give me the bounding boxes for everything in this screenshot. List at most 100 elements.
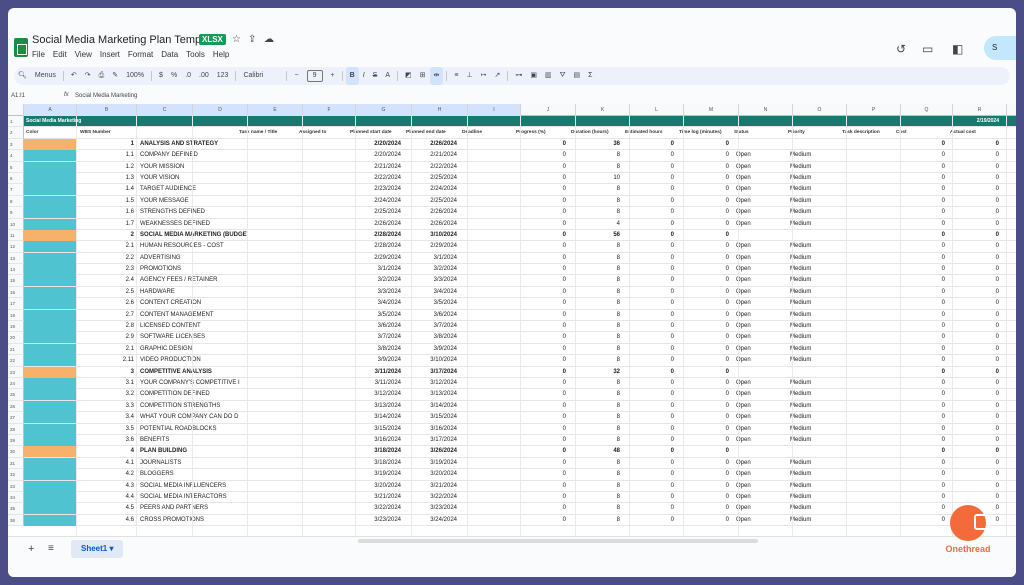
row-number[interactable]: 31 <box>8 457 24 470</box>
cell-prio[interactable]: Medium <box>788 458 842 469</box>
cell-act[interactable]: 0 <box>948 446 1002 457</box>
color-swatch-cell[interactable] <box>24 138 77 150</box>
cell-prio[interactable]: Medium <box>788 253 842 264</box>
cell-end[interactable]: 2/26/2024 <box>404 207 460 218</box>
cell-start[interactable]: 3/21/2024 <box>348 492 404 503</box>
row-number[interactable]: 30 <box>8 446 24 458</box>
cell-dur[interactable]: 8 <box>569 241 623 252</box>
cell-start[interactable]: 2/23/2024 <box>348 184 404 195</box>
color-swatch-cell[interactable] <box>24 446 77 458</box>
column-header-f[interactable]: F <box>303 104 356 116</box>
cell-act[interactable]: 0 <box>948 139 1002 150</box>
cell-est[interactable]: 0 <box>623 219 677 230</box>
cell-est[interactable]: 0 <box>623 230 677 241</box>
cell-wbs[interactable]: 2.11 <box>77 355 137 366</box>
italic-button[interactable]: I <box>359 67 369 85</box>
cell-act[interactable]: 0 <box>948 162 1002 173</box>
cell-act[interactable]: 0 <box>948 492 1002 503</box>
cell-end[interactable]: 3/24/2024 <box>404 515 460 526</box>
cell-prio[interactable]: Medium <box>788 378 842 389</box>
cell-start[interactable]: 2/21/2024 <box>348 162 404 173</box>
cell-act[interactable]: 0 <box>948 264 1002 275</box>
column-header-i[interactable]: I <box>468 104 521 116</box>
font-size-input[interactable]: 9 <box>306 70 323 82</box>
cell-est[interactable]: 0 <box>623 389 677 400</box>
row-number[interactable]: 27 <box>8 412 24 424</box>
cell-log[interactable]: 0 <box>677 219 732 230</box>
cell-end[interactable]: 3/15/2024 <box>404 412 460 423</box>
cell-est[interactable]: 0 <box>623 310 677 321</box>
color-swatch-cell[interactable] <box>24 343 77 355</box>
cell-status[interactable]: Open <box>734 355 788 366</box>
cell-cost[interactable]: 0 <box>896 332 948 343</box>
cell-prog[interactable]: 0 <box>514 184 569 195</box>
bold-button[interactable]: B <box>345 67 359 85</box>
decrease-decimal-button[interactable]: .0 <box>181 67 195 85</box>
cell-act[interactable]: 0 <box>948 173 1002 184</box>
header-color[interactable]: Color <box>24 127 77 138</box>
cell-log[interactable]: 0 <box>677 492 732 503</box>
cell-log[interactable]: 0 <box>677 367 732 378</box>
cell-prog[interactable]: 0 <box>514 481 569 492</box>
cell-wbs[interactable]: 2.1 <box>77 241 137 252</box>
cell-status[interactable] <box>734 446 788 457</box>
cell-est[interactable]: 0 <box>623 139 677 150</box>
color-swatch-cell[interactable] <box>24 275 77 287</box>
column-header-j[interactable]: J <box>521 104 576 116</box>
color-swatch-cell[interactable] <box>24 377 77 389</box>
cell-est[interactable]: 0 <box>623 446 677 457</box>
color-swatch-cell[interactable] <box>24 150 77 162</box>
horizontal-align-icon[interactable]: ≡ <box>450 67 462 85</box>
cell-start[interactable]: 3/4/2024 <box>348 298 404 309</box>
column-header-e[interactable]: E <box>248 104 303 116</box>
cell-log[interactable]: 0 <box>677 412 732 423</box>
cell-log[interactable]: 0 <box>677 321 732 332</box>
cell-cost[interactable]: 0 <box>896 173 948 184</box>
color-swatch-cell[interactable] <box>24 366 77 378</box>
cell-end[interactable]: 3/22/2024 <box>404 492 460 503</box>
cell-cost[interactable]: 0 <box>896 424 948 435</box>
cell-log[interactable]: 0 <box>677 241 732 252</box>
cell-dur[interactable]: 8 <box>569 196 623 207</box>
cell-cost[interactable]: 0 <box>896 378 948 389</box>
row-number[interactable]: 23 <box>8 366 24 378</box>
cell-end[interactable]: 3/20/2024 <box>404 469 460 480</box>
cell-dur[interactable]: 8 <box>569 515 623 526</box>
cell-prio[interactable]: Medium <box>788 481 842 492</box>
cell-est[interactable]: 0 <box>623 515 677 526</box>
header-timelog[interactable]: Time log (minutes) <box>679 127 734 138</box>
color-swatch-cell[interactable] <box>24 400 77 412</box>
cell-act[interactable]: 0 <box>948 219 1002 230</box>
column-header-a[interactable]: A <box>24 104 77 116</box>
cell-wbs[interactable]: 4.5 <box>77 503 137 514</box>
row-number[interactable]: 1 <box>8 116 24 128</box>
cell-status[interactable]: Open <box>734 241 788 252</box>
cell-est[interactable]: 0 <box>623 458 677 469</box>
insert-link-icon[interactable]: ⊶ <box>511 67 526 85</box>
cell-start[interactable]: 2/20/2024 <box>348 150 404 161</box>
cell-dur[interactable]: 8 <box>569 321 623 332</box>
cell-status[interactable]: Open <box>734 458 788 469</box>
cell-end[interactable]: 2/29/2024 <box>404 241 460 252</box>
cell-prog[interactable]: 0 <box>514 389 569 400</box>
cell-status[interactable]: Open <box>734 310 788 321</box>
cell-prio[interactable]: Medium <box>788 264 842 275</box>
cell-est[interactable]: 0 <box>623 184 677 195</box>
cell-act[interactable]: 0 <box>948 401 1002 412</box>
cell-prog[interactable]: 0 <box>514 367 569 378</box>
cell-start[interactable]: 3/11/2024 <box>348 378 404 389</box>
menu-tools[interactable]: Tools <box>186 50 205 59</box>
cell-prio[interactable]: Medium <box>788 184 842 195</box>
filter-icon[interactable]: ⛛ <box>556 67 570 85</box>
cell-end[interactable]: 2/24/2024 <box>404 184 460 195</box>
row-number[interactable]: 16 <box>8 286 24 299</box>
cell-cost[interactable]: 0 <box>896 492 948 503</box>
cell-end[interactable]: 3/13/2024 <box>404 389 460 400</box>
cell-wbs[interactable]: 1.1 <box>77 150 137 161</box>
row-number[interactable]: 15 <box>8 275 24 287</box>
cell-status[interactable]: Open <box>734 173 788 184</box>
cell-log[interactable]: 0 <box>677 378 732 389</box>
cell-log[interactable]: 0 <box>677 469 732 480</box>
cell-end[interactable]: 3/5/2024 <box>404 298 460 309</box>
cell-start[interactable]: 3/3/2024 <box>348 287 404 298</box>
